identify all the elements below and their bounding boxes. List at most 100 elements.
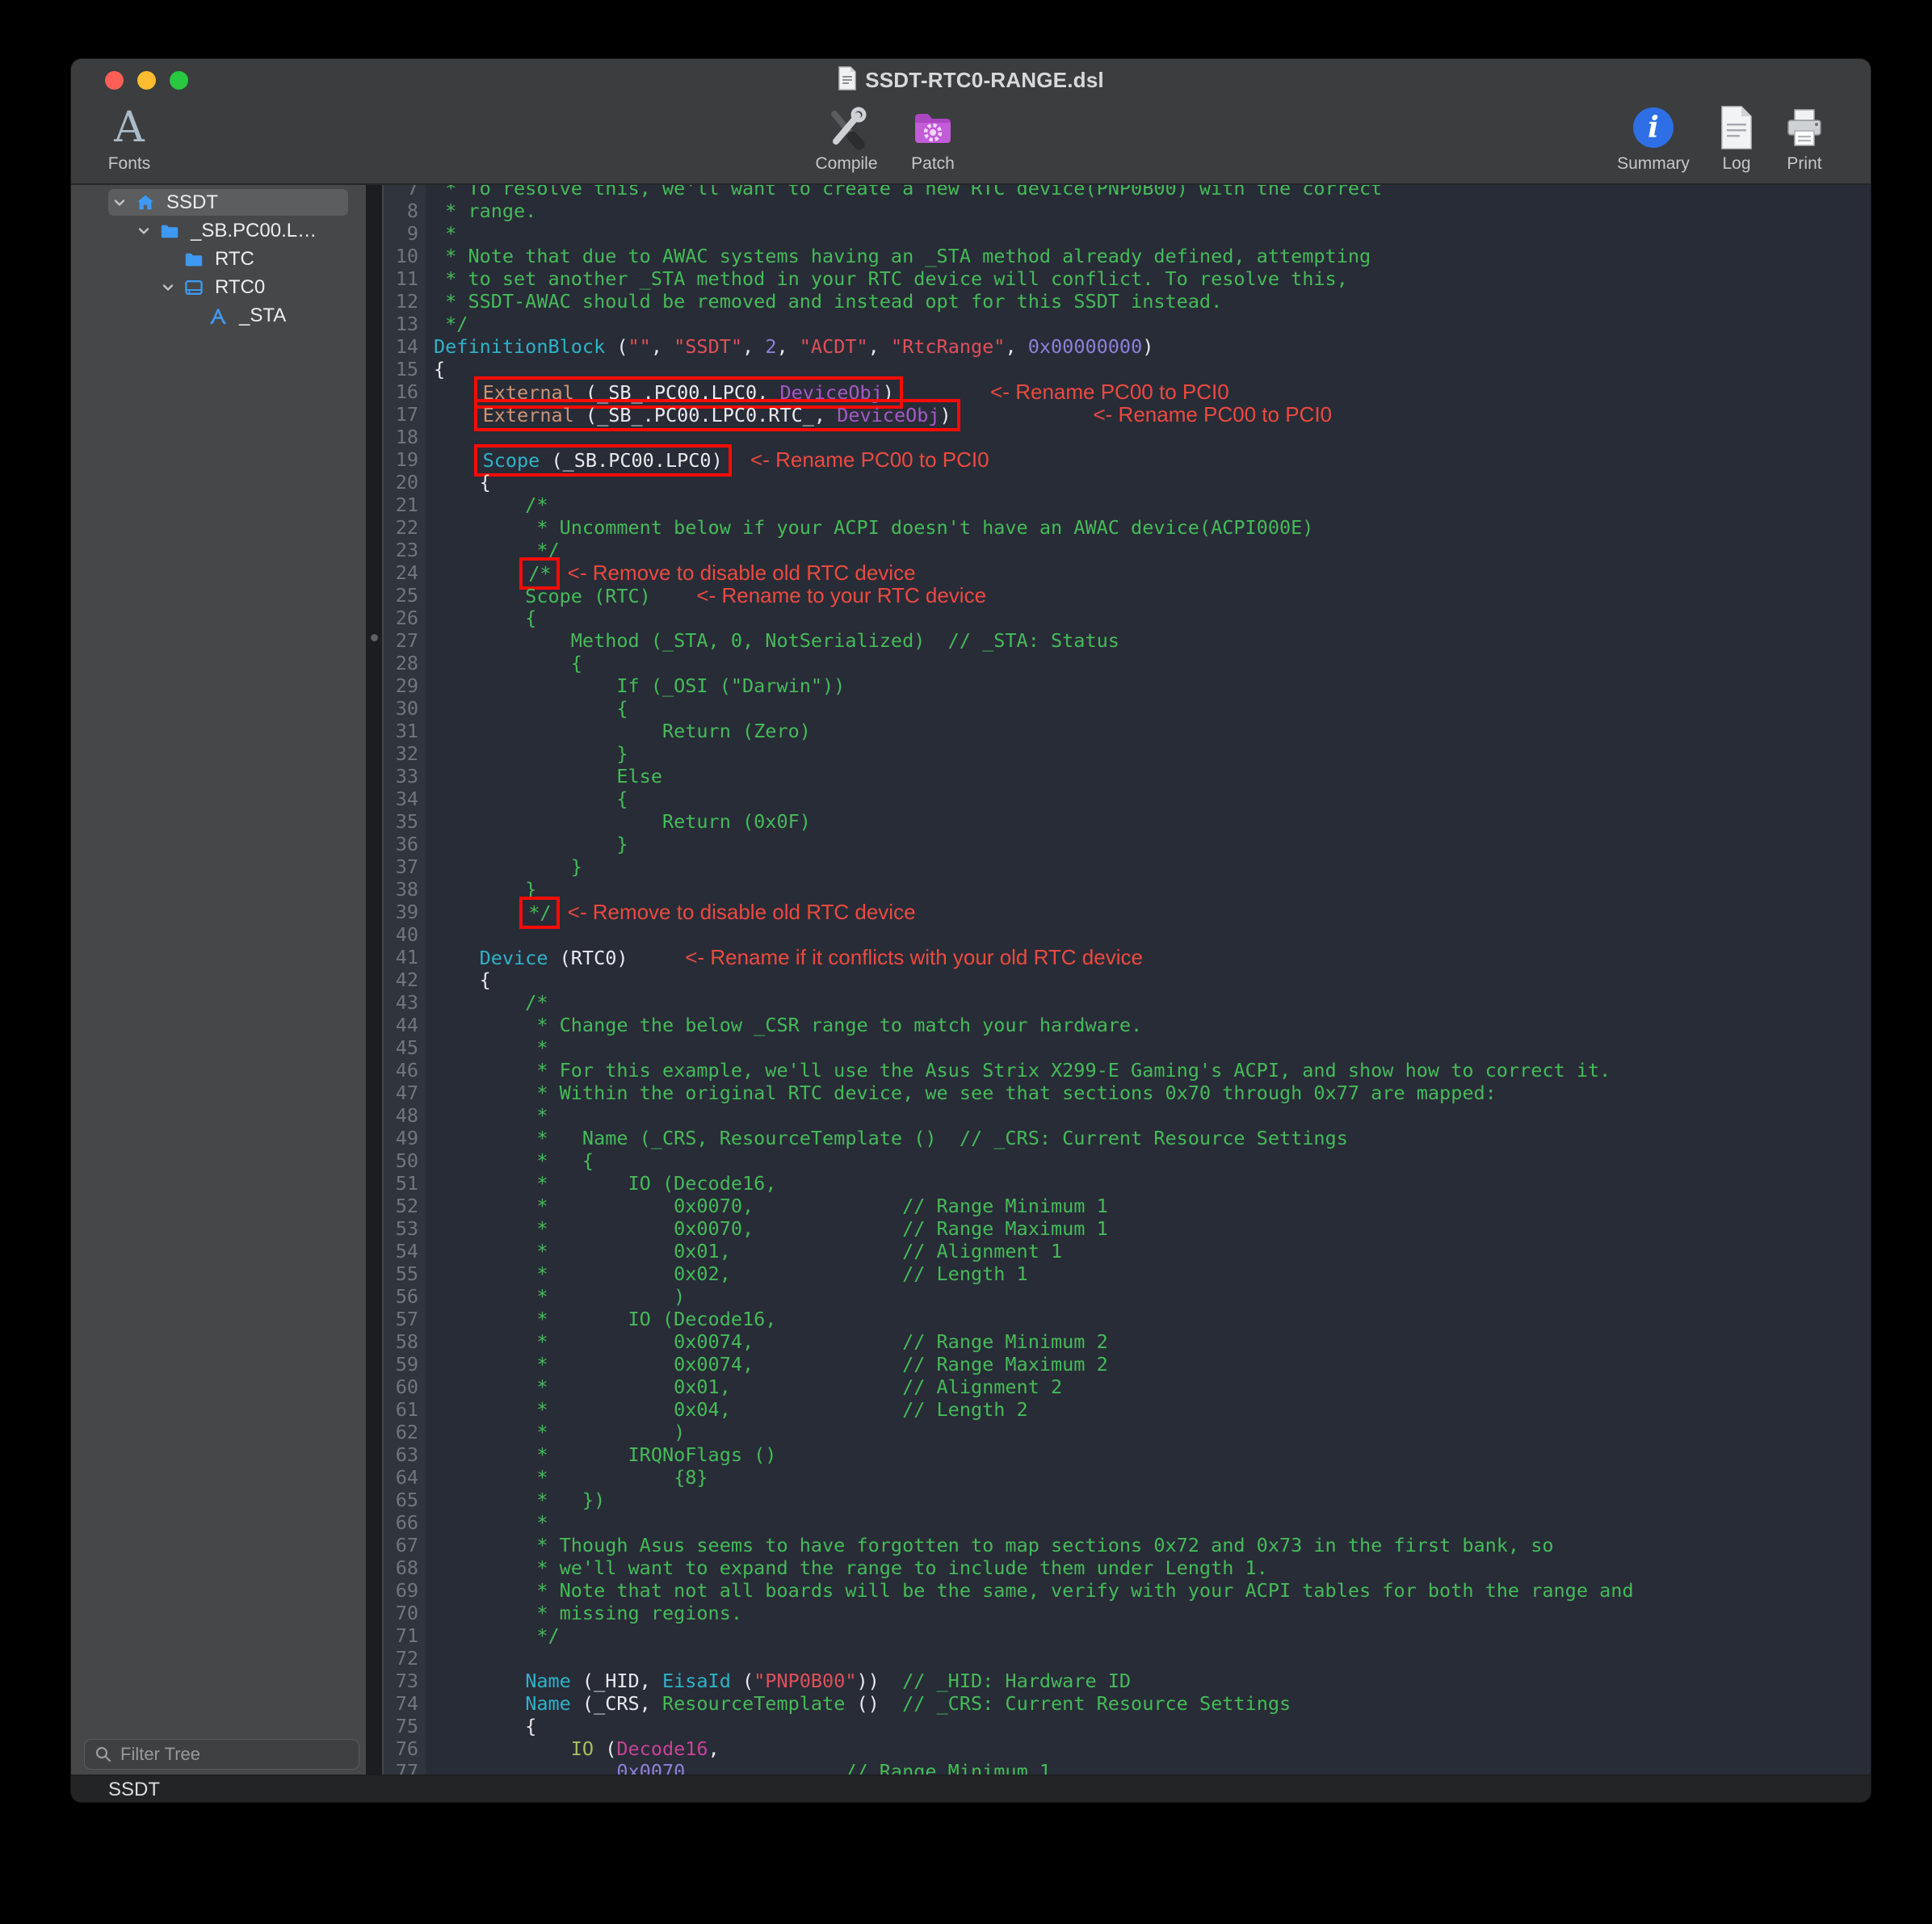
line-number: 53 — [384, 1217, 426, 1240]
code-line: * 0x0074, // Range Maximum 2 — [434, 1353, 1871, 1376]
code-line: * Note that due to AWAC systems having a… — [434, 245, 1871, 267]
folder-icon — [184, 250, 205, 269]
line-number: 14 — [384, 335, 426, 358]
line-number: 20 — [384, 471, 426, 494]
line-number: 39 — [384, 901, 426, 923]
line-number: 49 — [384, 1127, 426, 1149]
sidebar-item-sbpc00l[interactable]: _SB.PC00.L… — [71, 216, 366, 245]
code-line: * Name (_CRS, ResourceTemplate () // _CR… — [434, 1127, 1871, 1149]
code-line: Else — [434, 765, 1871, 788]
code-line: * Note that not all boards will be the s… — [434, 1579, 1871, 1602]
code-line: } — [434, 855, 1871, 878]
line-number: 45 — [384, 1036, 426, 1059]
sidebar-item-rtc[interactable]: RTC — [71, 245, 366, 273]
line-number: 56 — [384, 1285, 426, 1308]
sidebar-item-label: SSDT — [166, 191, 218, 214]
acpi-tree: SSDT_SB.PC00.L…RTCRTC0_STA — [71, 185, 366, 330]
code-line: DefinitionBlock ("", "SSDT", 2, "ACDT", … — [434, 335, 1871, 358]
line-number: 66 — [384, 1511, 426, 1534]
code-line: * SSDT-AWAC should be removed and instea… — [434, 290, 1871, 313]
pane-divider[interactable] — [366, 185, 382, 1775]
filter-tree-field[interactable] — [84, 1739, 359, 1770]
printer-icon — [1782, 103, 1827, 153]
chevron-down-icon[interactable] — [111, 194, 134, 212]
window-title: SSDT-RTC0-RANGE.dsl — [71, 59, 1871, 101]
code-line: * Though Asus seems to have forgotten to… — [434, 1534, 1871, 1556]
line-number: 75 — [384, 1715, 426, 1737]
chevron-down-icon[interactable] — [160, 279, 183, 296]
device-icon — [184, 278, 205, 297]
code-line: Return (0x0F) — [434, 810, 1871, 833]
code-line: * 0x02, // Length 1 — [434, 1262, 1871, 1285]
line-number: 54 — [384, 1240, 426, 1262]
code-line: * For this example, we'll use the Asus S… — [434, 1059, 1871, 1082]
line-number: 25 — [384, 584, 426, 607]
fonts-button[interactable]: A Fonts — [71, 103, 190, 174]
code-line: } — [434, 742, 1871, 765]
search-icon — [94, 1745, 112, 1763]
red-highlight-box: */ — [519, 897, 560, 929]
line-number: 29 — [384, 674, 426, 697]
code-line: * ) — [434, 1285, 1871, 1308]
chevron-down-icon[interactable] — [136, 222, 158, 240]
code-line: { — [434, 607, 1871, 629]
code-line: Scope (_SB.PC00.LPC0) <- Rename PC00 to … — [434, 448, 1871, 471]
code-line: * 0x01, // Alignment 1 — [434, 1240, 1871, 1262]
code-line: * missing regions. — [434, 1602, 1871, 1624]
line-number: 40 — [384, 923, 426, 946]
code-line: { — [434, 652, 1871, 674]
line-number: 35 — [384, 810, 426, 833]
code-line: */ <- Remove to disable old RTC device — [434, 901, 1871, 923]
line-number: 21 — [384, 494, 426, 516]
code-line: * Uncomment below if your ACPI doesn't h… — [434, 516, 1871, 539]
line-number: 18 — [384, 426, 426, 448]
line-number: 73 — [384, 1670, 426, 1692]
line-number: 58 — [384, 1330, 426, 1353]
line-number: 27 — [384, 629, 426, 652]
line-number: 61 — [384, 1398, 426, 1421]
line-number: 69 — [384, 1579, 426, 1602]
line-number-gutter: 7891011121314151617181920212223242526272… — [382, 185, 426, 1775]
line-number: 12 — [384, 290, 426, 313]
line-number: 71 — [384, 1624, 426, 1647]
code-line: * Change the below _CSR range to match y… — [434, 1014, 1871, 1036]
code-line: * 0x01, // Alignment 2 — [434, 1376, 1871, 1398]
line-number: 43 — [384, 991, 426, 1014]
code-line: * {8} — [434, 1466, 1871, 1489]
code-line: Name (_HID, EisaId ("PNP0B00")) // _HID:… — [434, 1670, 1871, 1692]
line-number: 23 — [384, 539, 426, 561]
chevron-spacer — [160, 250, 183, 268]
line-number: 41 — [384, 946, 426, 968]
line-number: 16 — [384, 380, 426, 403]
navigator-sidebar: SSDT_SB.PC00.L…RTCRTC0_STA — [71, 185, 366, 1775]
line-number: 11 — [384, 267, 426, 290]
divider-handle[interactable] — [371, 634, 378, 641]
line-number: 31 — [384, 720, 426, 742]
sidebar-item-rtc0[interactable]: RTC0 — [71, 273, 366, 301]
sidebar-item-ssdt[interactable]: SSDT — [71, 188, 366, 216]
window-title-text: SSDT-RTC0-RANGE.dsl — [865, 68, 1104, 93]
window-titlebar: SSDT-RTC0-RANGE.dsl — [71, 59, 1871, 101]
red-annotation: <- Rename PC00 to PCI0 — [990, 380, 1229, 404]
code-line: * IO (Decode16, — [434, 1172, 1871, 1195]
code-line: * — [434, 1511, 1871, 1534]
toolbar: A Fonts Compile — [71, 101, 1871, 185]
line-number: 36 — [384, 833, 426, 855]
patch-button[interactable]: Patch — [872, 103, 993, 174]
svg-text:i: i — [1648, 111, 1659, 145]
sidebar-item-sta[interactable]: _STA — [71, 301, 366, 330]
line-number: 52 — [384, 1195, 426, 1217]
code-line: { — [434, 1715, 1871, 1737]
fonts-icon: A — [114, 103, 145, 153]
filter-tree-input[interactable] — [119, 1743, 340, 1766]
code-line: 0x0070, // Range Minimum 1 — [434, 1760, 1871, 1775]
code-line: * { — [434, 1149, 1871, 1172]
print-button[interactable]: Print — [1744, 103, 1865, 174]
code-line: } — [434, 878, 1871, 901]
line-number: 24 — [384, 561, 426, 584]
code-line: * — [434, 1036, 1871, 1059]
line-number: 60 — [384, 1376, 426, 1398]
line-number: 55 — [384, 1262, 426, 1285]
code-line — [434, 1647, 1871, 1670]
code-editor[interactable]: * To resolve this, we'll want to create … — [426, 185, 1871, 1775]
